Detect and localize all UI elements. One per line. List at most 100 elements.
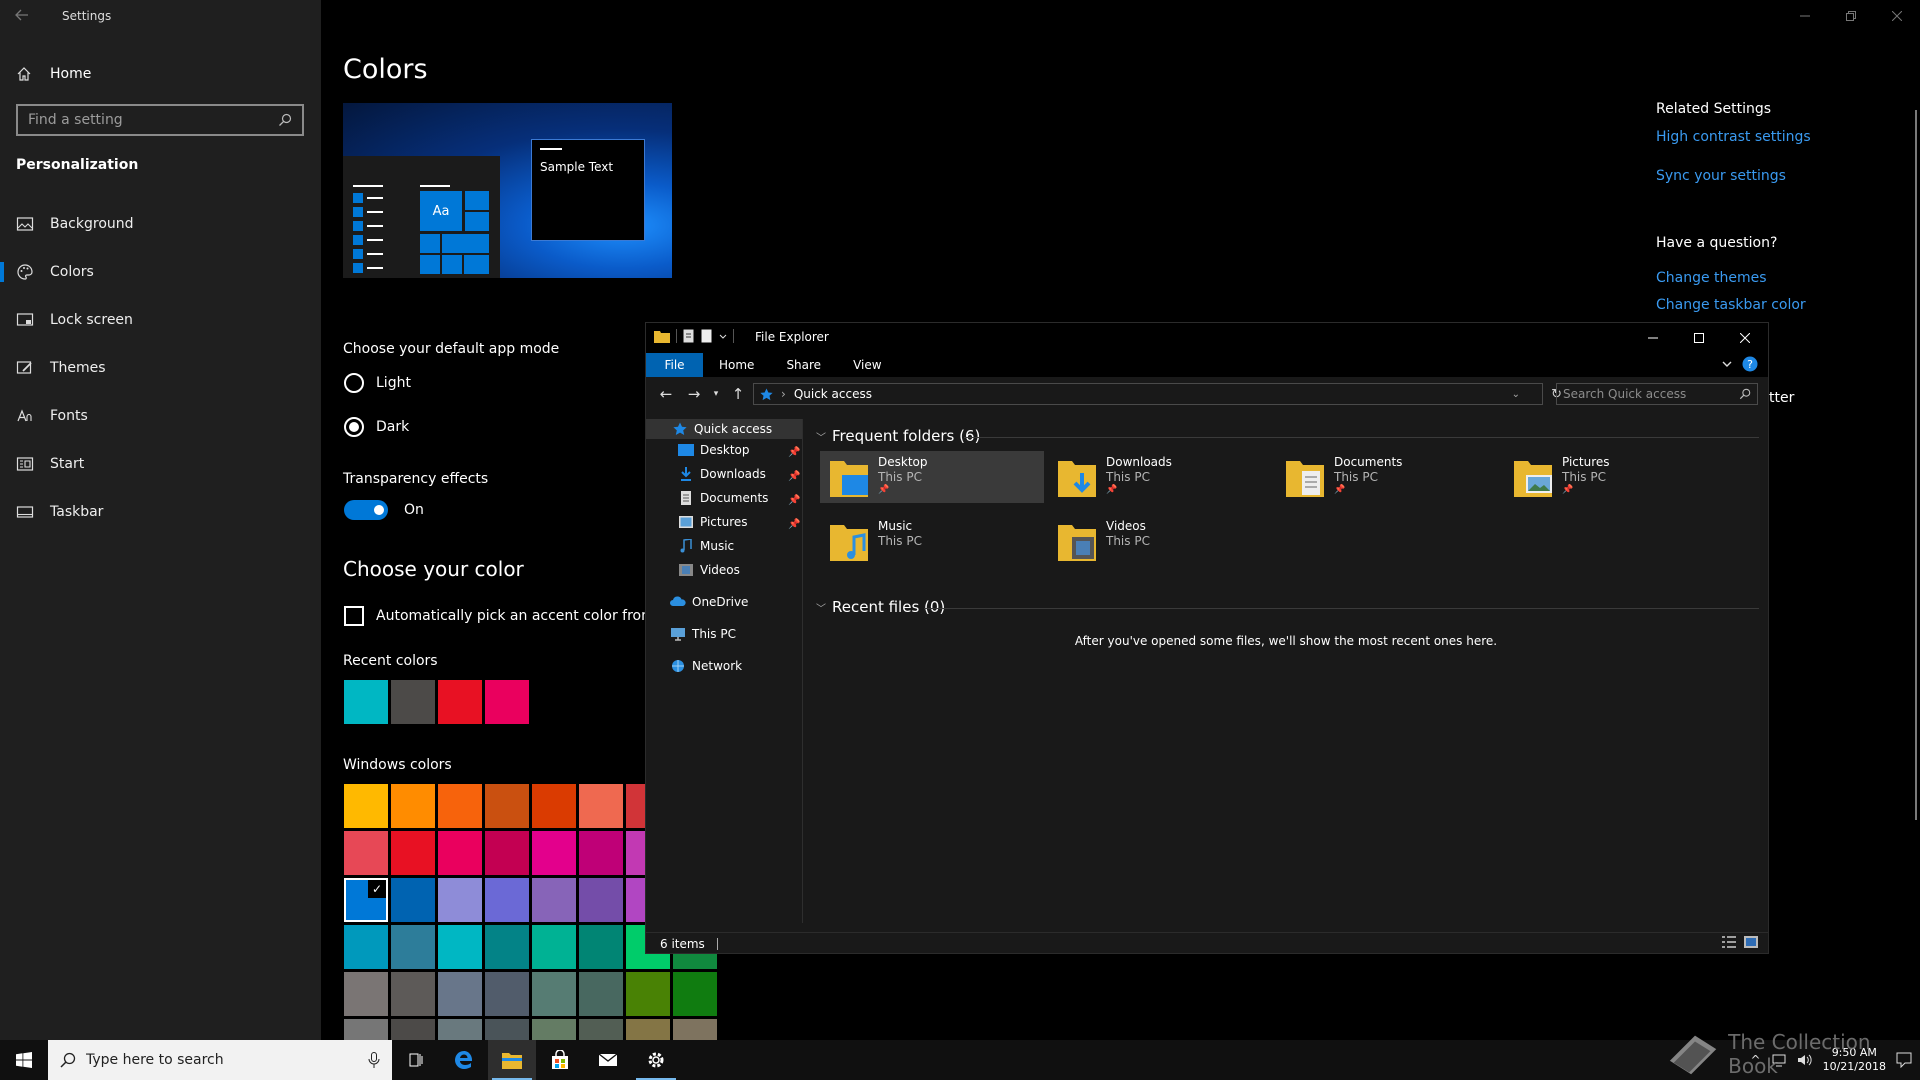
windows-color-swatch[interactable]	[626, 972, 670, 1016]
back-arrow-icon[interactable]: ←	[652, 385, 680, 403]
expand-ribbon-icon[interactable]	[1722, 360, 1732, 368]
windows-color-swatch[interactable]	[344, 831, 388, 875]
recent-color-swatch[interactable]	[485, 680, 529, 724]
windows-color-swatch[interactable]	[438, 925, 482, 969]
windows-color-swatch[interactable]	[438, 972, 482, 1016]
sidebar-item-fonts[interactable]: Fonts	[0, 394, 321, 438]
auto-pick-checkbox[interactable]: Automatically pick an accent color from …	[344, 606, 694, 626]
windows-color-swatch[interactable]	[344, 784, 388, 828]
address-bar[interactable]: › Quick access ⌄ ↻	[753, 383, 1562, 405]
sidebar-item-lock-screen[interactable]: Lock screen	[0, 298, 321, 342]
minimize-button[interactable]	[1630, 323, 1676, 353]
folder-tile-desktop[interactable]: Desktop This PC 📌	[820, 451, 1044, 503]
start-button[interactable]	[0, 1040, 48, 1080]
folder-tile-documents[interactable]: Documents This PC 📌	[1276, 451, 1500, 503]
change-taskbar-color-link[interactable]: Change taskbar color	[1656, 297, 1806, 313]
windows-color-swatch[interactable]	[391, 831, 435, 875]
recent-color-swatch[interactable]	[438, 680, 482, 724]
sidebar-item-taskbar[interactable]: Taskbar	[0, 490, 321, 534]
sidebar-item-start[interactable]: Start	[0, 442, 321, 486]
high-contrast-link[interactable]: High contrast settings	[1656, 129, 1811, 145]
mode-dark-radio[interactable]: Dark	[344, 417, 409, 437]
file-explorer-taskbar-button[interactable]	[488, 1040, 536, 1080]
windows-color-swatch[interactable]	[673, 972, 717, 1016]
nav-item-this-pc[interactable]: This PC	[670, 627, 736, 641]
tab-file[interactable]: File	[646, 353, 703, 377]
mode-light-radio[interactable]: Light	[344, 373, 411, 393]
edge-taskbar-button[interactable]	[440, 1040, 488, 1080]
close-button[interactable]	[1874, 0, 1920, 32]
windows-color-swatch[interactable]	[485, 878, 529, 922]
restore-button[interactable]	[1828, 0, 1874, 32]
nav-item-music[interactable]: Music	[678, 539, 734, 553]
windows-color-swatch[interactable]: ✓	[344, 878, 388, 922]
large-icons-view-icon[interactable]	[1744, 936, 1758, 948]
windows-color-swatch[interactable]	[438, 784, 482, 828]
new-folder-icon[interactable]	[701, 329, 713, 343]
windows-color-swatch[interactable]	[579, 878, 623, 922]
folder-tile-pictures[interactable]: Pictures This PC 📌	[1504, 451, 1728, 503]
frequent-folders-header[interactable]: ﹀ Frequent folders (6)	[816, 427, 980, 445]
windows-color-swatch[interactable]	[532, 784, 576, 828]
windows-color-swatch[interactable]	[485, 831, 529, 875]
recent-locations-chevron-icon[interactable]: ▾	[708, 389, 724, 399]
nav-item-documents[interactable]: Documents	[678, 491, 768, 505]
windows-color-swatch[interactable]	[485, 972, 529, 1016]
folder-tile-music[interactable]: Music This PC	[820, 515, 1044, 567]
windows-color-swatch[interactable]	[485, 925, 529, 969]
folder-tile-videos[interactable]: Videos This PC	[1048, 515, 1272, 567]
windows-color-swatch[interactable]	[532, 831, 576, 875]
windows-color-swatch[interactable]	[579, 925, 623, 969]
sidebar-item-background[interactable]: Background	[0, 202, 321, 246]
nav-item-quick-access[interactable]: Quick access	[646, 419, 802, 439]
nav-item-network[interactable]: Network	[670, 659, 742, 673]
windows-color-swatch[interactable]	[532, 925, 576, 969]
taskbar-search-input[interactable]	[86, 1052, 346, 1068]
windows-color-swatch[interactable]	[579, 784, 623, 828]
sync-settings-link[interactable]: Sync your settings	[1656, 168, 1786, 184]
chevron-down-icon[interactable]	[719, 332, 727, 340]
nav-item-downloads[interactable]: Downloads	[678, 467, 766, 481]
recent-color-swatch[interactable]	[344, 680, 388, 724]
find-setting-box[interactable]	[16, 104, 304, 136]
transparency-toggle[interactable]: On	[344, 500, 424, 520]
windows-color-swatch[interactable]	[344, 972, 388, 1016]
find-setting-input[interactable]	[28, 112, 278, 128]
minimize-button[interactable]	[1782, 0, 1828, 32]
nav-item-videos[interactable]: Videos	[678, 563, 740, 577]
explorer-search-box[interactable]: Search Quick access	[1556, 383, 1758, 405]
close-button[interactable]	[1722, 323, 1768, 353]
windows-color-swatch[interactable]	[438, 831, 482, 875]
maximize-button[interactable]	[1676, 323, 1722, 353]
nav-item-desktop[interactable]: Desktop	[678, 443, 750, 457]
windows-color-swatch[interactable]	[579, 831, 623, 875]
windows-color-swatch[interactable]	[579, 972, 623, 1016]
windows-color-swatch[interactable]	[391, 972, 435, 1016]
mail-taskbar-button[interactable]	[584, 1040, 632, 1080]
details-view-icon[interactable]	[1722, 936, 1736, 948]
windows-color-swatch[interactable]	[485, 784, 529, 828]
sidebar-item-themes[interactable]: Themes	[0, 346, 321, 390]
store-taskbar-button[interactable]	[536, 1040, 584, 1080]
recent-files-header[interactable]: ﹀ Recent files (0)	[816, 598, 945, 616]
change-themes-link[interactable]: Change themes	[1656, 270, 1767, 286]
settings-scrollbar[interactable]	[1915, 110, 1917, 820]
windows-color-swatch[interactable]	[391, 925, 435, 969]
up-arrow-icon[interactable]: ↑	[724, 385, 752, 403]
sidebar-item-colors[interactable]: Colors	[0, 250, 321, 294]
windows-color-swatch[interactable]	[391, 878, 435, 922]
taskbar-search-box[interactable]	[48, 1040, 392, 1080]
forward-arrow-icon[interactable]: →	[680, 385, 708, 403]
home-nav-item[interactable]: Home	[16, 62, 91, 86]
task-view-button[interactable]	[392, 1040, 440, 1080]
tab-home[interactable]: Home	[703, 353, 770, 377]
properties-icon[interactable]	[683, 329, 695, 343]
microphone-icon[interactable]	[368, 1052, 380, 1068]
windows-color-swatch[interactable]	[438, 878, 482, 922]
back-button[interactable]	[14, 7, 38, 27]
help-icon[interactable]: ?	[1742, 356, 1758, 372]
nav-item-onedrive[interactable]: OneDrive	[670, 595, 748, 609]
windows-color-swatch[interactable]	[532, 878, 576, 922]
nav-item-pictures[interactable]: Pictures	[678, 515, 748, 529]
tab-view[interactable]: View	[837, 353, 897, 377]
